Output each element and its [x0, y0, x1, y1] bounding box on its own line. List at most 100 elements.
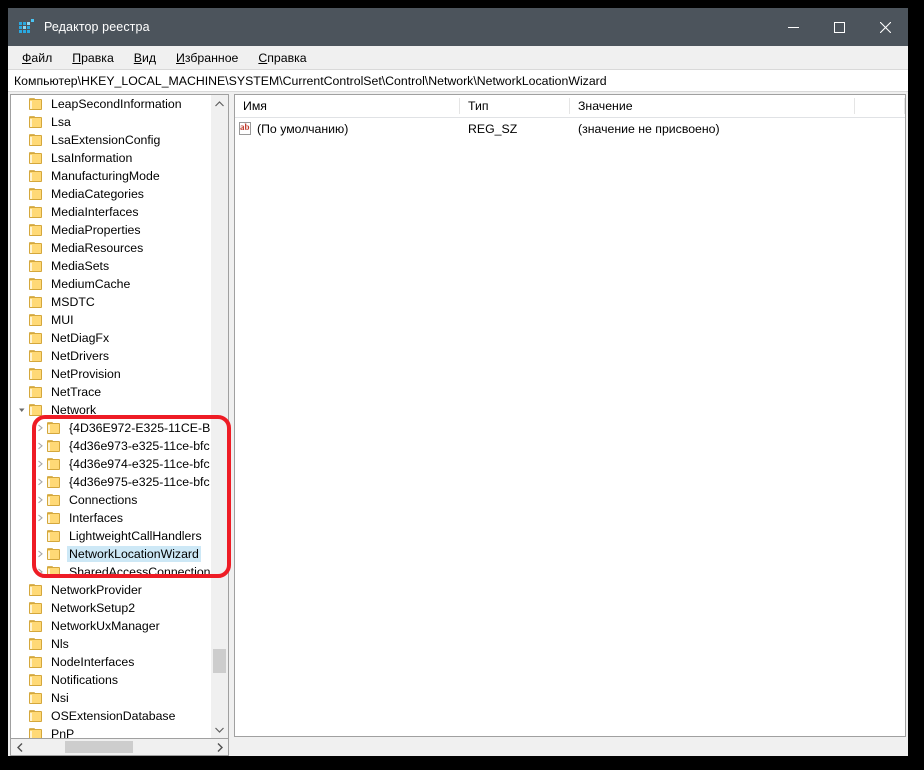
- minimize-button[interactable]: [770, 8, 816, 46]
- tree-node-label: MUI: [49, 312, 76, 328]
- folder-icon: [29, 224, 44, 237]
- tree-node-label: ManufacturingMode: [49, 168, 162, 184]
- tree-node[interactable]: NetProvision: [11, 365, 210, 383]
- menu-item-2[interactable]: Вид: [134, 51, 156, 65]
- tree-node[interactable]: {4d36e975-e325-11ce-bfc1-08: [11, 473, 210, 491]
- value-row[interactable]: ab(По умолчанию)REG_SZ(значение не присв…: [235, 118, 905, 140]
- tree-hscroll-thumb[interactable]: [65, 741, 133, 753]
- registry-tree-pane: LeapSecondInformationLsaLsaExtensionConf…: [10, 94, 229, 756]
- chevron-right-icon[interactable]: [32, 442, 47, 450]
- scroll-left-icon[interactable]: [11, 739, 28, 755]
- tree-node-label: Lsa: [49, 114, 73, 130]
- values-column-header[interactable]: ИмяТип Значение: [235, 95, 905, 118]
- tree-vscroll-thumb[interactable]: [213, 649, 226, 673]
- folder-icon: [29, 260, 44, 273]
- tree-node[interactable]: NodeInterfaces: [11, 653, 210, 671]
- tree-node[interactable]: Notifications: [11, 671, 210, 689]
- tree-vscroll-track[interactable]: [211, 112, 228, 721]
- tree-node[interactable]: NetDiagFx: [11, 329, 210, 347]
- menu-item-3[interactable]: Избранное: [176, 51, 238, 65]
- tree-node[interactable]: LeapSecondInformation: [11, 95, 210, 113]
- tree-node[interactable]: SharedAccessConnection: [11, 563, 210, 581]
- tree-node[interactable]: MediumCache: [11, 275, 210, 293]
- tree-node[interactable]: MediaResources: [11, 239, 210, 257]
- tree-node[interactable]: Nls: [11, 635, 210, 653]
- maximize-button[interactable]: [816, 8, 862, 46]
- scroll-down-icon[interactable]: [211, 721, 228, 738]
- tree-node[interactable]: NetDrivers: [11, 347, 210, 365]
- chevron-right-icon[interactable]: [32, 478, 47, 486]
- folder-icon: [29, 386, 44, 399]
- tree-vertical-scrollbar[interactable]: [210, 95, 228, 738]
- tree-node[interactable]: LightweightCallHandlers: [11, 527, 210, 545]
- scroll-right-icon[interactable]: [211, 739, 228, 755]
- menu-item-4[interactable]: Справка: [258, 51, 306, 65]
- tree-node-label: Nsi: [49, 690, 71, 706]
- scroll-up-icon[interactable]: [211, 95, 228, 112]
- tree-node[interactable]: Connections: [11, 491, 210, 509]
- menu-item-0[interactable]: Файл: [22, 51, 52, 65]
- tree-node[interactable]: MediaInterfaces: [11, 203, 210, 221]
- tree-node[interactable]: {4d36e973-e325-11ce-bfc1-08: [11, 437, 210, 455]
- tree-hscroll-track[interactable]: [28, 739, 211, 755]
- tree-node[interactable]: NetTrace: [11, 383, 210, 401]
- tree-node[interactable]: MUI: [11, 311, 210, 329]
- tree-scroll-wrapper: LeapSecondInformationLsaLsaExtensionConf…: [10, 94, 229, 738]
- column-header-2[interactable]: Значение: [570, 95, 855, 117]
- close-button[interactable]: [862, 8, 908, 46]
- registry-tree[interactable]: LeapSecondInformationLsaLsaExtensionConf…: [11, 95, 210, 738]
- values-rows[interactable]: ab(По умолчанию)REG_SZ(значение не присв…: [235, 118, 905, 736]
- tree-node[interactable]: NetworkProvider: [11, 581, 210, 599]
- tree-node[interactable]: MediaCategories: [11, 185, 210, 203]
- chevron-right-icon[interactable]: [32, 496, 47, 504]
- tree-node[interactable]: PnP: [11, 725, 210, 738]
- menu-accelerator: П: [72, 51, 81, 65]
- chevron-right-icon[interactable]: [32, 424, 47, 432]
- folder-icon: [29, 584, 44, 597]
- tree-node[interactable]: {4D36E972-E325-11CE-BFC1-0: [11, 419, 210, 437]
- column-header-1[interactable]: Тип: [460, 95, 570, 117]
- tree-node[interactable]: MSDTC: [11, 293, 210, 311]
- tree-node[interactable]: LsaExtensionConfig: [11, 131, 210, 149]
- chevron-right-icon[interactable]: [32, 568, 47, 576]
- chevron-down-icon[interactable]: [14, 406, 29, 414]
- column-header-0[interactable]: Имя: [235, 95, 460, 117]
- tree-node[interactable]: LsaInformation: [11, 149, 210, 167]
- tree-node-label: NetworkUxManager: [49, 618, 162, 634]
- tree-node-label: LsaInformation: [49, 150, 134, 166]
- registry-path: Компьютер\HKEY_LOCAL_MACHINE\SYSTEM\Curr…: [14, 74, 607, 88]
- folder-icon: [29, 602, 44, 615]
- registry-grid-icon: [19, 19, 35, 35]
- tree-node-label: {4D36E972-E325-11CE-BFC1-0: [67, 420, 210, 436]
- chevron-right-icon[interactable]: [32, 550, 47, 558]
- tree-node[interactable]: Network: [11, 401, 210, 419]
- tree-node[interactable]: NetworkUxManager: [11, 617, 210, 635]
- tree-node[interactable]: ManufacturingMode: [11, 167, 210, 185]
- tree-node[interactable]: OSExtensionDatabase: [11, 707, 210, 725]
- tree-horizontal-scrollbar[interactable]: [10, 738, 229, 756]
- folder-icon: [47, 494, 62, 507]
- tree-node[interactable]: NetworkLocationWizard: [11, 545, 210, 563]
- tree-node-label: NetworkSetup2: [49, 600, 137, 616]
- tree-node-label: MediaSets: [49, 258, 111, 274]
- content-area: LeapSecondInformationLsaLsaExtensionConf…: [8, 92, 908, 756]
- tree-node[interactable]: {4d36e974-e325-11ce-bfc1-08: [11, 455, 210, 473]
- column-header-label: Значение: [578, 99, 633, 113]
- folder-icon: [29, 404, 44, 417]
- chevron-right-icon[interactable]: [32, 514, 47, 522]
- chevron-right-icon[interactable]: [32, 460, 47, 468]
- tree-node[interactable]: NetworkSetup2: [11, 599, 210, 617]
- folder-icon: [29, 638, 44, 651]
- tree-node[interactable]: Lsa: [11, 113, 210, 131]
- column-header-3[interactable]: [855, 95, 905, 117]
- value-name-cell: ab(По умолчанию): [235, 122, 460, 136]
- title-bar: Редактор реестра: [8, 8, 908, 46]
- tree-node[interactable]: Interfaces: [11, 509, 210, 527]
- tree-node[interactable]: MediaProperties: [11, 221, 210, 239]
- address-bar[interactable]: Компьютер\HKEY_LOCAL_MACHINE\SYSTEM\Curr…: [8, 69, 908, 92]
- menu-item-1[interactable]: Правка: [72, 51, 114, 65]
- tree-node-label: {4d36e975-e325-11ce-bfc1-08: [67, 474, 210, 490]
- tree-node[interactable]: MediaSets: [11, 257, 210, 275]
- tree-node[interactable]: Nsi: [11, 689, 210, 707]
- tree-node-label: {4d36e974-e325-11ce-bfc1-08: [67, 456, 210, 472]
